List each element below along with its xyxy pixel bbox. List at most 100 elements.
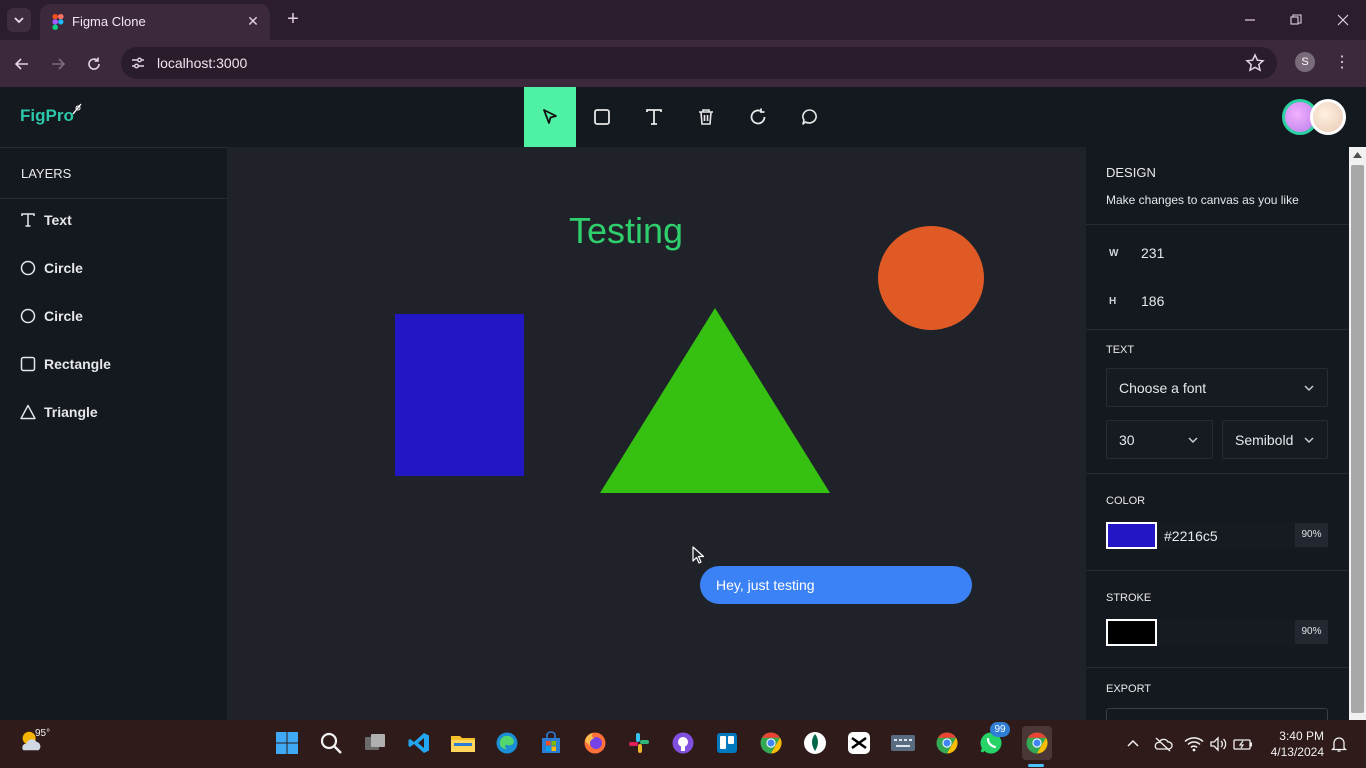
vscode-icon: [408, 733, 429, 753]
notification-center[interactable]: [1326, 731, 1352, 757]
bookmark-star-icon[interactable]: [1245, 53, 1265, 73]
keyboard-icon: [891, 735, 915, 751]
reset-tool-button[interactable]: [732, 87, 784, 147]
width-label: W: [1109, 248, 1119, 259]
design-panel: DESIGN Make changes to canvas as you lik…: [1086, 147, 1349, 720]
tab-list-button[interactable]: [7, 8, 31, 32]
clock-date[interactable]: 4/13/2024: [1262, 745, 1324, 759]
volume-tray[interactable]: [1206, 731, 1232, 757]
canvas-text-object[interactable]: Testing: [569, 210, 683, 252]
close-window-icon[interactable]: [1331, 8, 1355, 32]
site-info-icon[interactable]: [129, 54, 147, 72]
layer-label: Circle: [44, 308, 83, 324]
rectangle-tool-button[interactable]: [576, 87, 628, 147]
scrollbar-thumb[interactable]: [1351, 165, 1364, 713]
battery-tray[interactable]: [1230, 731, 1256, 757]
rectangle-icon: [594, 109, 610, 125]
canvas-rectangle[interactable]: [395, 314, 524, 476]
minimize-icon[interactable]: [1238, 8, 1262, 32]
scroll-up-icon[interactable]: [1353, 152, 1362, 158]
url-bar[interactable]: localhost:3000: [121, 47, 1277, 79]
layer-item-circle[interactable]: Circle: [0, 248, 227, 292]
delete-tool-button[interactable]: [680, 87, 732, 147]
text-tool-button[interactable]: [628, 87, 680, 147]
chevron-down-icon: [14, 17, 24, 24]
vscode-app[interactable]: [406, 730, 432, 756]
chrome-app[interactable]: [758, 730, 784, 756]
mongodb-icon: [804, 732, 826, 754]
color-section: COLOR #2216c5 90%: [1086, 474, 1349, 571]
forward-icon[interactable]: [46, 52, 70, 76]
wifi-tray[interactable]: [1181, 731, 1207, 757]
comment-tool-button[interactable]: [784, 87, 836, 147]
canvas-circle[interactable]: [878, 226, 984, 330]
layer-item-rectangle[interactable]: Rectangle: [0, 344, 227, 388]
canvas-triangle[interactable]: [599, 307, 831, 495]
github-icon: [672, 732, 694, 754]
chrome-active-app[interactable]: [1022, 726, 1052, 760]
layer-item-circle[interactable]: Circle: [0, 296, 227, 340]
task-view-button[interactable]: [362, 730, 388, 756]
stroke-color-swatch[interactable]: [1106, 619, 1157, 646]
new-tab-button[interactable]: +: [282, 8, 304, 30]
font-family-select[interactable]: Choose a font: [1106, 368, 1328, 407]
start-button[interactable]: [274, 730, 300, 756]
export-section: EXPORT: [1086, 668, 1349, 720]
keyboard-app[interactable]: [890, 730, 916, 756]
tab-close-icon[interactable]: ✕: [244, 12, 262, 30]
width-input[interactable]: 231: [1141, 245, 1164, 261]
layer-item-text[interactable]: Text: [0, 200, 227, 244]
fill-opacity[interactable]: 90%: [1295, 523, 1328, 547]
rectangle-icon: [20, 356, 36, 372]
whatsapp-app[interactable]: 99: [978, 722, 1010, 756]
wifi-icon: [1184, 737, 1204, 752]
fill-color-hex[interactable]: #2216c5: [1164, 528, 1218, 544]
clock-time[interactable]: 3:40 PM: [1262, 729, 1324, 743]
search-button[interactable]: [318, 730, 344, 756]
firefox-icon: [584, 732, 606, 754]
panel-scrollbar[interactable]: [1349, 147, 1366, 720]
chrome-profile-app[interactable]: [934, 730, 960, 756]
edge-app[interactable]: [494, 730, 520, 756]
user-avatar[interactable]: [1310, 99, 1346, 135]
battery-charging-icon: [1233, 739, 1252, 750]
profile-avatar[interactable]: S: [1295, 52, 1315, 72]
cursor-chat-bubble[interactable]: Hey, just testing: [700, 566, 972, 604]
stroke-opacity[interactable]: 90%: [1295, 620, 1328, 644]
mongodb-compass-app[interactable]: [802, 730, 828, 756]
capcut-app[interactable]: [846, 730, 872, 756]
select-tool-button[interactable]: [524, 87, 576, 147]
show-hidden-icons[interactable]: [1120, 731, 1146, 757]
cursor-chat-text: Hey, just testing: [716, 577, 815, 593]
fill-color-swatch[interactable]: [1106, 522, 1157, 549]
slack-app[interactable]: [626, 730, 652, 756]
height-input[interactable]: 186: [1141, 293, 1164, 309]
store-app[interactable]: [538, 730, 564, 756]
layer-label: Triangle: [44, 404, 98, 420]
file-explorer-app[interactable]: [450, 730, 476, 756]
chrome-icon: [760, 732, 782, 754]
github-desktop-app[interactable]: [670, 730, 696, 756]
task-view-icon: [365, 734, 385, 750]
trello-icon: [717, 733, 737, 753]
app-logo[interactable]: FigPro: [20, 103, 84, 126]
font-weight-select[interactable]: Semibold: [1222, 420, 1328, 459]
chrome-icon: [936, 732, 958, 754]
browser-menu-icon[interactable]: ⋮: [1334, 52, 1350, 74]
font-size-select[interactable]: 30: [1106, 420, 1213, 459]
onedrive-tray[interactable]: [1150, 731, 1176, 757]
browser-address-bar: localhost:3000 S ⋮: [0, 40, 1366, 87]
restore-icon[interactable]: [1284, 8, 1308, 32]
back-icon[interactable]: [10, 52, 34, 76]
stroke-section: STROKE 90%: [1086, 571, 1349, 668]
pen-nib-icon: [72, 103, 82, 115]
chevron-down-icon: [1304, 385, 1314, 391]
layer-item-triangle[interactable]: Triangle: [0, 392, 227, 436]
export-button[interactable]: [1106, 708, 1328, 720]
dimensions-section: W 231 H 186: [1086, 225, 1349, 330]
drawing-canvas[interactable]: Testing Hey, just testing: [227, 147, 1086, 720]
trello-app[interactable]: [714, 730, 740, 756]
reload-icon[interactable]: [82, 52, 106, 76]
firefox-app[interactable]: [582, 730, 608, 756]
browser-tab[interactable]: Figma Clone ✕: [40, 4, 270, 40]
